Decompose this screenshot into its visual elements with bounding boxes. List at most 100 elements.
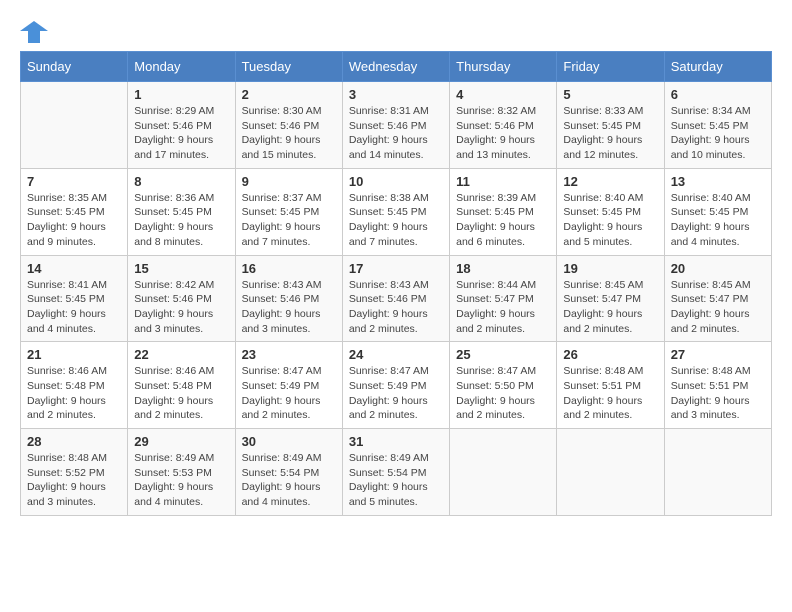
day-cell: 24 Sunrise: 8:47 AMSunset: 5:49 PMDayligh…	[342, 342, 449, 429]
day-number: 7	[27, 174, 121, 189]
day-number: 15	[134, 261, 228, 276]
day-number: 30	[242, 434, 336, 449]
day-cell: 8Sunrise: 8:36 AMSunset: 5:45 PMDaylight…	[128, 168, 235, 255]
day-number: 24	[349, 347, 443, 362]
day-number: 19	[563, 261, 657, 276]
day-cell: 2 Sunrise: 8:30 AMSunset: 5:46 PMDaylight…	[235, 82, 342, 169]
day-cell: 15 Sunrise: 8:42 AMSunset: 5:46 PMDayligh…	[128, 255, 235, 342]
day-number: 31	[349, 434, 443, 449]
day-cell: 28 Sunrise: 8:48 AMSunset: 5:52 PMDayligh…	[21, 429, 128, 516]
col-header-sunday: Sunday	[21, 52, 128, 82]
day-info: Sunrise: 8:45 AMSunset: 5:47 PMDaylight:…	[671, 278, 765, 337]
header	[20, 20, 772, 43]
day-info: Sunrise: 8:44 AMSunset: 5:47 PMDaylight:…	[456, 278, 550, 337]
day-cell: 11 Sunrise: 8:39 AMSunset: 5:45 PMDayligh…	[450, 168, 557, 255]
day-info: Sunrise: 8:39 AMSunset: 5:45 PMDaylight:…	[456, 191, 550, 250]
day-info: Sunrise: 8:34 AMSunset: 5:45 PMDaylight:…	[671, 104, 765, 163]
col-header-tuesday: Tuesday	[235, 52, 342, 82]
day-info: Sunrise: 8:40 AMSunset: 5:45 PMDaylight:…	[563, 191, 657, 250]
day-info: Sunrise: 8:47 AMSunset: 5:49 PMDaylight:…	[349, 364, 443, 423]
day-number: 26	[563, 347, 657, 362]
day-cell	[664, 429, 771, 516]
day-cell: 30 Sunrise: 8:49 AMSunset: 5:54 PMDayligh…	[235, 429, 342, 516]
day-cell: 9 Sunrise: 8:37 AMSunset: 5:45 PMDaylight…	[235, 168, 342, 255]
day-number: 3	[349, 87, 443, 102]
day-cell: 27 Sunrise: 8:48 AMSunset: 5:51 PMDayligh…	[664, 342, 771, 429]
day-cell: 17 Sunrise: 8:43 AMSunset: 5:46 PMDayligh…	[342, 255, 449, 342]
col-header-saturday: Saturday	[664, 52, 771, 82]
day-number: 1	[134, 87, 228, 102]
day-number: 14	[27, 261, 121, 276]
week-row-5: 28 Sunrise: 8:48 AMSunset: 5:52 PMDayligh…	[21, 429, 772, 516]
day-number: 21	[27, 347, 121, 362]
day-info: Sunrise: 8:32 AMSunset: 5:46 PMDaylight:…	[456, 104, 550, 163]
day-number: 22	[134, 347, 228, 362]
day-number: 20	[671, 261, 765, 276]
day-cell	[21, 82, 128, 169]
day-cell: 25Sunrise: 8:47 AMSunset: 5:50 PMDayligh…	[450, 342, 557, 429]
day-number: 11	[456, 174, 550, 189]
day-info: Sunrise: 8:42 AMSunset: 5:46 PMDaylight:…	[134, 278, 228, 337]
day-number: 16	[242, 261, 336, 276]
day-info: Sunrise: 8:33 AMSunset: 5:45 PMDaylight:…	[563, 104, 657, 163]
day-number: 4	[456, 87, 550, 102]
day-number: 23	[242, 347, 336, 362]
logo-icon	[20, 21, 48, 43]
week-row-1: 1 Sunrise: 8:29 AMSunset: 5:46 PMDaylight…	[21, 82, 772, 169]
day-cell: 22 Sunrise: 8:46 AMSunset: 5:48 PMDayligh…	[128, 342, 235, 429]
day-cell: 6 Sunrise: 8:34 AMSunset: 5:45 PMDaylight…	[664, 82, 771, 169]
day-number: 6	[671, 87, 765, 102]
day-cell: 21 Sunrise: 8:46 AMSunset: 5:48 PMDayligh…	[21, 342, 128, 429]
day-info: Sunrise: 8:38 AMSunset: 5:45 PMDaylight:…	[349, 191, 443, 250]
day-cell: 13 Sunrise: 8:40 AMSunset: 5:45 PMDayligh…	[664, 168, 771, 255]
week-row-4: 21 Sunrise: 8:46 AMSunset: 5:48 PMDayligh…	[21, 342, 772, 429]
day-cell: 29Sunrise: 8:49 AMSunset: 5:53 PMDayligh…	[128, 429, 235, 516]
day-cell: 26 Sunrise: 8:48 AMSunset: 5:51 PMDayligh…	[557, 342, 664, 429]
day-info: Sunrise: 8:40 AMSunset: 5:45 PMDaylight:…	[671, 191, 765, 250]
day-cell: 3 Sunrise: 8:31 AMSunset: 5:46 PMDaylight…	[342, 82, 449, 169]
day-number: 18	[456, 261, 550, 276]
day-number: 27	[671, 347, 765, 362]
day-number: 9	[242, 174, 336, 189]
day-number: 2	[242, 87, 336, 102]
col-header-monday: Monday	[128, 52, 235, 82]
day-info: Sunrise: 8:47 AMSunset: 5:50 PMDaylight:…	[456, 364, 550, 423]
day-number: 28	[27, 434, 121, 449]
day-info: Sunrise: 8:46 AMSunset: 5:48 PMDaylight:…	[27, 364, 121, 423]
col-header-thursday: Thursday	[450, 52, 557, 82]
col-header-wednesday: Wednesday	[342, 52, 449, 82]
day-info: Sunrise: 8:45 AMSunset: 5:47 PMDaylight:…	[563, 278, 657, 337]
day-cell	[557, 429, 664, 516]
day-info: Sunrise: 8:30 AMSunset: 5:46 PMDaylight:…	[242, 104, 336, 163]
day-number: 10	[349, 174, 443, 189]
day-info: Sunrise: 8:37 AMSunset: 5:45 PMDaylight:…	[242, 191, 336, 250]
day-cell: 23 Sunrise: 8:47 AMSunset: 5:49 PMDayligh…	[235, 342, 342, 429]
day-info: Sunrise: 8:43 AMSunset: 5:46 PMDaylight:…	[349, 278, 443, 337]
calendar-table: SundayMondayTuesdayWednesdayThursdayFrid…	[20, 51, 772, 516]
day-number: 17	[349, 261, 443, 276]
day-info: Sunrise: 8:49 AMSunset: 5:54 PMDaylight:…	[242, 451, 336, 510]
day-cell: 20 Sunrise: 8:45 AMSunset: 5:47 PMDayligh…	[664, 255, 771, 342]
day-cell: 4 Sunrise: 8:32 AMSunset: 5:46 PMDaylight…	[450, 82, 557, 169]
day-info: Sunrise: 8:49 AMSunset: 5:53 PMDaylight:…	[134, 451, 228, 510]
day-cell: 10 Sunrise: 8:38 AMSunset: 5:45 PMDayligh…	[342, 168, 449, 255]
logo	[20, 20, 52, 43]
week-row-2: 7 Sunrise: 8:35 AMSunset: 5:45 PMDaylight…	[21, 168, 772, 255]
day-info: Sunrise: 8:46 AMSunset: 5:48 PMDaylight:…	[134, 364, 228, 423]
col-header-friday: Friday	[557, 52, 664, 82]
day-number: 8	[134, 174, 228, 189]
day-info: Sunrise: 8:48 AMSunset: 5:51 PMDaylight:…	[671, 364, 765, 423]
day-info: Sunrise: 8:29 AMSunset: 5:46 PMDaylight:…	[134, 104, 228, 163]
day-number: 13	[671, 174, 765, 189]
day-info: Sunrise: 8:31 AMSunset: 5:46 PMDaylight:…	[349, 104, 443, 163]
day-cell: 7 Sunrise: 8:35 AMSunset: 5:45 PMDaylight…	[21, 168, 128, 255]
day-info: Sunrise: 8:48 AMSunset: 5:51 PMDaylight:…	[563, 364, 657, 423]
day-cell: 31Sunrise: 8:49 AMSunset: 5:54 PMDayligh…	[342, 429, 449, 516]
day-info: Sunrise: 8:35 AMSunset: 5:45 PMDaylight:…	[27, 191, 121, 250]
week-row-3: 14Sunrise: 8:41 AMSunset: 5:45 PMDayligh…	[21, 255, 772, 342]
day-number: 5	[563, 87, 657, 102]
day-cell: 14Sunrise: 8:41 AMSunset: 5:45 PMDayligh…	[21, 255, 128, 342]
day-cell: 12Sunrise: 8:40 AMSunset: 5:45 PMDayligh…	[557, 168, 664, 255]
day-info: Sunrise: 8:48 AMSunset: 5:52 PMDaylight:…	[27, 451, 121, 510]
day-info: Sunrise: 8:47 AMSunset: 5:49 PMDaylight:…	[242, 364, 336, 423]
